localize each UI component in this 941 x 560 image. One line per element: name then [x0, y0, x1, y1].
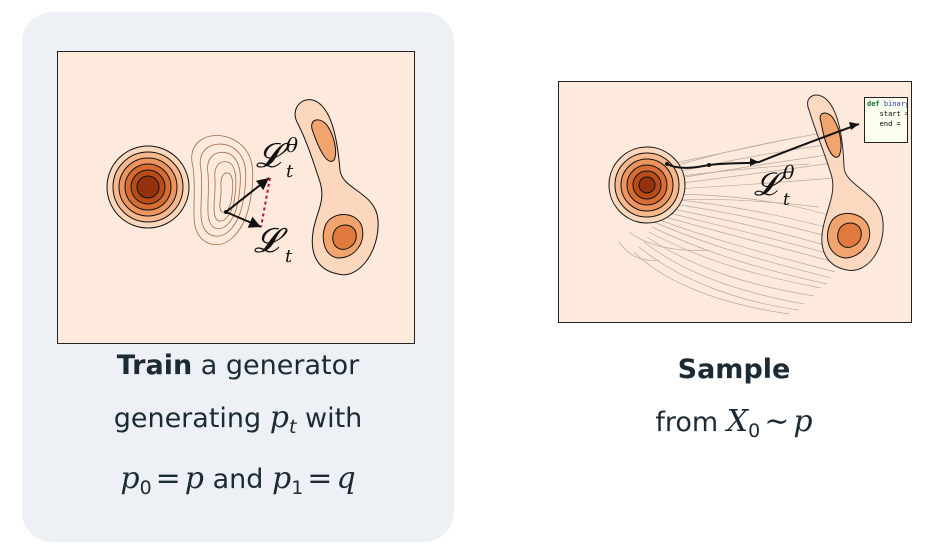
- target-distribution: [294, 99, 379, 276]
- code-line-end: end =: [879, 120, 901, 128]
- math-p: p: [269, 400, 289, 435]
- source-distribution: [608, 146, 686, 224]
- loss-theta-label: 𝓛: [256, 136, 290, 176]
- math-p-var: p: [184, 461, 205, 496]
- math-sim: ∼: [764, 404, 790, 439]
- loss-theta-sup: θ: [783, 162, 795, 184]
- math-p1: p: [271, 461, 292, 496]
- sample-heading: Sample: [677, 354, 791, 385]
- code-snippet: def binary start = end =: [864, 97, 908, 143]
- train-diagram-panel: 𝓛 θ t 𝓛 t: [57, 51, 415, 344]
- loss-theta-sub: t: [783, 190, 790, 210]
- train-caption-line2: generating pt with: [22, 392, 454, 453]
- train-caption-text1: a generator: [192, 350, 360, 381]
- math-eq2: =: [307, 461, 333, 496]
- train-caption-text3: with: [296, 403, 363, 434]
- loss-theta-label: 𝓛: [754, 165, 786, 203]
- loss-label: 𝓛: [254, 221, 288, 261]
- code-keyword: def: [867, 100, 880, 108]
- train-caption-line3: p0 = p and p1 = q: [22, 453, 454, 514]
- sample-diagram-panel: 𝓛 θ t def binary start = end =: [558, 81, 912, 323]
- loss-theta-sub: t: [286, 161, 294, 182]
- math-sub-0: 0: [139, 477, 152, 499]
- sample-caption: Sample from X0 ∼ p: [558, 344, 910, 457]
- train-caption-line1: Train a generator: [22, 340, 454, 392]
- math-p0: p: [120, 461, 140, 496]
- source-distribution: [106, 145, 190, 229]
- train-caption-text2: generating: [113, 403, 270, 434]
- intermediate-distribution: [191, 135, 254, 245]
- math-eq: =: [155, 461, 181, 496]
- train-caption: Train a generator generating pt with p0 =…: [22, 340, 454, 514]
- sample-caption-line2: from X0 ∼ p: [558, 396, 910, 457]
- math-X: X: [726, 404, 749, 439]
- train-diagram: 𝓛 θ t 𝓛 t: [106, 99, 379, 276]
- loss-gap-line: [260, 177, 271, 228]
- math-sub-1: 1: [291, 477, 304, 499]
- loss-theta-sup: θ: [286, 133, 298, 157]
- math-q: q: [336, 461, 356, 496]
- train-caption-and: and: [204, 464, 272, 495]
- loss-sub: t: [285, 246, 293, 267]
- code-function-name: binary: [883, 100, 908, 108]
- math-p: p: [793, 404, 813, 439]
- sample-caption-from: from: [655, 407, 727, 438]
- train-heading: Train: [116, 350, 193, 381]
- code-line-start: start =: [879, 110, 908, 118]
- math-sub-0: 0: [748, 420, 761, 442]
- sample-diagram: 𝓛 θ t: [608, 94, 884, 315]
